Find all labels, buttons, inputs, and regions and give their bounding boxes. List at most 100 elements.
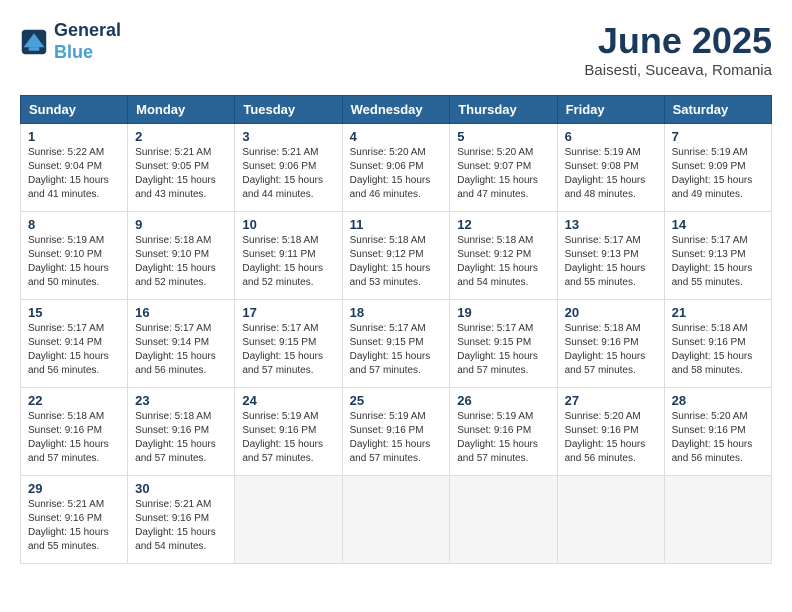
day-info: Sunrise: 5:19 AM Sunset: 9:16 PM Dayligh… <box>242 410 334 466</box>
day-info: Sunrise: 5:17 AM Sunset: 9:15 PM Dayligh… <box>242 322 334 378</box>
col-header-monday: Monday <box>128 96 235 124</box>
day-cell-25: 25Sunrise: 5:19 AM Sunset: 9:16 PM Dayli… <box>342 388 450 476</box>
col-header-sunday: Sunday <box>21 96 128 124</box>
day-cell-18: 18 Sunrise: 5:17 AM Sunset: 9:15 PM Dayli… <box>342 300 450 388</box>
week-row-3: 15 Sunrise: 5:17 AM Sunset: 9:14 PM Dayli… <box>21 300 772 388</box>
day-cell-22: 22 Sunrise: 5:18 AM Sunset: 9:16 PM Dayli… <box>21 388 128 476</box>
day-number: 13 <box>565 217 657 232</box>
week-row-4: 22 Sunrise: 5:18 AM Sunset: 9:16 PM Dayli… <box>21 388 772 476</box>
day-number: 22 <box>28 393 120 408</box>
day-number: 27 <box>565 393 657 408</box>
day-number: 26 <box>457 393 549 408</box>
day-number: 17 <box>242 305 334 320</box>
month-title: June 2025 <box>584 20 772 62</box>
day-cell-13: 13 Sunrise: 5:17 AM Sunset: 9:13 PM Dayli… <box>557 212 664 300</box>
day-info: Sunrise: 5:19 AM Sunset: 9:08 PM Dayligh… <box>565 146 657 202</box>
logo-icon <box>20 28 48 56</box>
location: Baisesti, Suceava, Romania <box>584 62 772 79</box>
day-info: Sunrise: 5:18 AM Sunset: 9:16 PM Dayligh… <box>28 410 120 466</box>
day-cell-11: 11 Sunrise: 5:18 AM Sunset: 9:12 PM Dayli… <box>342 212 450 300</box>
day-info: Sunrise: 5:19 AM Sunset: 9:16 PM Dayligh… <box>457 410 549 466</box>
day-cell-6: 6 Sunrise: 5:19 AM Sunset: 9:08 PM Daylig… <box>557 124 664 212</box>
day-cell-19: 19Sunrise: 5:17 AM Sunset: 9:15 PM Dayli… <box>450 300 557 388</box>
day-info: Sunrise: 5:21 AM Sunset: 9:16 PM Dayligh… <box>28 498 120 554</box>
day-number: 24 <box>242 393 334 408</box>
day-cell-2: 2 Sunrise: 5:21 AM Sunset: 9:05 PM Daylig… <box>128 124 235 212</box>
day-info: Sunrise: 5:17 AM Sunset: 9:15 PM Dayligh… <box>457 322 549 378</box>
day-number: 4 <box>350 129 443 144</box>
day-info: Sunrise: 5:21 AM Sunset: 9:16 PM Dayligh… <box>135 498 227 554</box>
day-cell-1: 1Sunrise: 5:22 AM Sunset: 9:04 PM Daylig… <box>21 124 128 212</box>
day-info: Sunrise: 5:18 AM Sunset: 9:10 PM Dayligh… <box>135 234 227 290</box>
day-number: 2 <box>135 129 227 144</box>
day-cell-8: 8 Sunrise: 5:19 AM Sunset: 9:10 PM Daylig… <box>21 212 128 300</box>
day-info: Sunrise: 5:17 AM Sunset: 9:14 PM Dayligh… <box>135 322 227 378</box>
day-info: Sunrise: 5:18 AM Sunset: 9:16 PM Dayligh… <box>135 410 227 466</box>
day-cell-21: 21Sunrise: 5:18 AM Sunset: 9:16 PM Dayli… <box>664 300 771 388</box>
day-info: Sunrise: 5:18 AM Sunset: 9:11 PM Dayligh… <box>242 234 334 290</box>
day-info: Sunrise: 5:21 AM Sunset: 9:05 PM Dayligh… <box>135 146 227 202</box>
day-info: Sunrise: 5:17 AM Sunset: 9:13 PM Dayligh… <box>565 234 657 290</box>
empty-cell <box>235 476 342 564</box>
calendar-header-row: SundayMondayTuesdayWednesdayThursdayFrid… <box>21 96 772 124</box>
day-info: Sunrise: 5:19 AM Sunset: 9:10 PM Dayligh… <box>28 234 120 290</box>
day-number: 5 <box>457 129 549 144</box>
day-number: 6 <box>565 129 657 144</box>
col-header-thursday: Thursday <box>450 96 557 124</box>
day-number: 15 <box>28 305 120 320</box>
week-row-2: 8 Sunrise: 5:19 AM Sunset: 9:10 PM Daylig… <box>21 212 772 300</box>
week-row-5: 29Sunrise: 5:21 AM Sunset: 9:16 PM Dayli… <box>21 476 772 564</box>
empty-cell <box>557 476 664 564</box>
empty-cell <box>664 476 771 564</box>
col-header-wednesday: Wednesday <box>342 96 450 124</box>
page-header: General Blue June 2025 Baisesti, Suceava… <box>20 20 772 79</box>
day-info: Sunrise: 5:18 AM Sunset: 9:16 PM Dayligh… <box>672 322 764 378</box>
day-info: Sunrise: 5:17 AM Sunset: 9:15 PM Dayligh… <box>350 322 443 378</box>
day-number: 10 <box>242 217 334 232</box>
day-cell-12: 12 Sunrise: 5:18 AM Sunset: 9:12 PM Dayli… <box>450 212 557 300</box>
day-cell-17: 17 Sunrise: 5:17 AM Sunset: 9:15 PM Dayli… <box>235 300 342 388</box>
day-info: Sunrise: 5:18 AM Sunset: 9:12 PM Dayligh… <box>457 234 549 290</box>
day-info: Sunrise: 5:19 AM Sunset: 9:16 PM Dayligh… <box>350 410 443 466</box>
day-cell-26: 26 Sunrise: 5:19 AM Sunset: 9:16 PM Dayli… <box>450 388 557 476</box>
day-number: 30 <box>135 481 227 496</box>
day-number: 14 <box>672 217 764 232</box>
empty-cell <box>450 476 557 564</box>
col-header-friday: Friday <box>557 96 664 124</box>
day-number: 9 <box>135 217 227 232</box>
logo-text: General Blue <box>54 20 121 63</box>
day-info: Sunrise: 5:17 AM Sunset: 9:14 PM Dayligh… <box>28 322 120 378</box>
empty-cell <box>342 476 450 564</box>
day-info: Sunrise: 5:18 AM Sunset: 9:16 PM Dayligh… <box>565 322 657 378</box>
logo: General Blue <box>20 20 121 63</box>
day-number: 11 <box>350 217 443 232</box>
day-number: 16 <box>135 305 227 320</box>
day-info: Sunrise: 5:17 AM Sunset: 9:13 PM Dayligh… <box>672 234 764 290</box>
day-cell-9: 9 Sunrise: 5:18 AM Sunset: 9:10 PM Daylig… <box>128 212 235 300</box>
day-number: 3 <box>242 129 334 144</box>
day-number: 12 <box>457 217 549 232</box>
day-cell-20: 20Sunrise: 5:18 AM Sunset: 9:16 PM Dayli… <box>557 300 664 388</box>
day-number: 8 <box>28 217 120 232</box>
day-info: Sunrise: 5:20 AM Sunset: 9:06 PM Dayligh… <box>350 146 443 202</box>
day-cell-30: 30 Sunrise: 5:21 AM Sunset: 9:16 PM Dayli… <box>128 476 235 564</box>
day-cell-24: 24 Sunrise: 5:19 AM Sunset: 9:16 PM Dayli… <box>235 388 342 476</box>
day-cell-27: 27Sunrise: 5:20 AM Sunset: 9:16 PM Dayli… <box>557 388 664 476</box>
day-info: Sunrise: 5:18 AM Sunset: 9:12 PM Dayligh… <box>350 234 443 290</box>
day-info: Sunrise: 5:20 AM Sunset: 9:16 PM Dayligh… <box>672 410 764 466</box>
title-area: June 2025 Baisesti, Suceava, Romania <box>584 20 772 79</box>
day-cell-10: 10 Sunrise: 5:18 AM Sunset: 9:11 PM Dayli… <box>235 212 342 300</box>
col-header-saturday: Saturday <box>664 96 771 124</box>
day-cell-16: 16 Sunrise: 5:17 AM Sunset: 9:14 PM Dayli… <box>128 300 235 388</box>
day-cell-4: 4 Sunrise: 5:20 AM Sunset: 9:06 PM Daylig… <box>342 124 450 212</box>
day-number: 18 <box>350 305 443 320</box>
day-info: Sunrise: 5:22 AM Sunset: 9:04 PM Dayligh… <box>28 146 120 202</box>
day-cell-15: 15 Sunrise: 5:17 AM Sunset: 9:14 PM Dayli… <box>21 300 128 388</box>
day-cell-23: 23Sunrise: 5:18 AM Sunset: 9:16 PM Dayli… <box>128 388 235 476</box>
day-number: 7 <box>672 129 764 144</box>
col-header-tuesday: Tuesday <box>235 96 342 124</box>
day-number: 28 <box>672 393 764 408</box>
day-cell-29: 29Sunrise: 5:21 AM Sunset: 9:16 PM Dayli… <box>21 476 128 564</box>
day-cell-3: 3Sunrise: 5:21 AM Sunset: 9:06 PM Daylig… <box>235 124 342 212</box>
day-cell-28: 28 Sunrise: 5:20 AM Sunset: 9:16 PM Dayli… <box>664 388 771 476</box>
